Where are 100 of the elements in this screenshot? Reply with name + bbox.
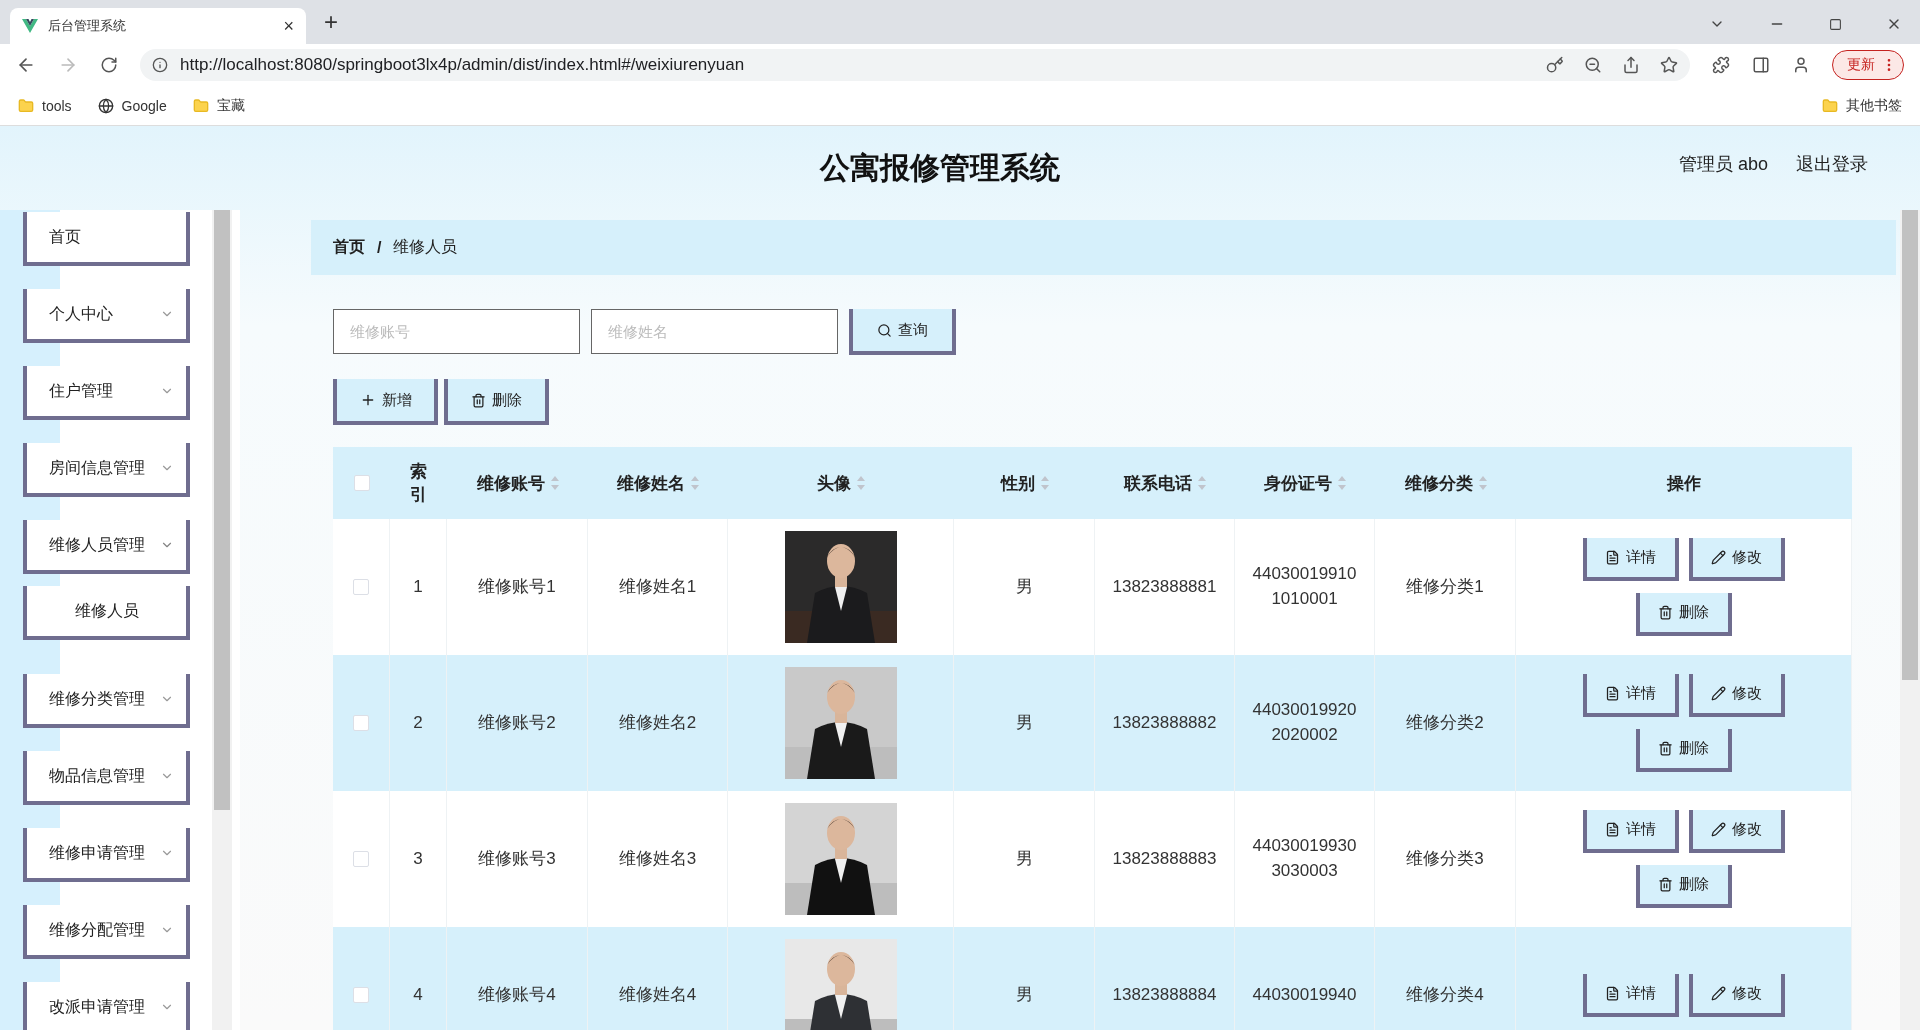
- table-cell-text: 440300199303030003: [1251, 835, 1358, 882]
- logout-link[interactable]: 退出登录: [1796, 152, 1868, 176]
- bookmark[interactable]: Google: [97, 97, 167, 114]
- document-icon: [1605, 686, 1620, 701]
- pencil-icon: [1711, 686, 1726, 701]
- share-icon[interactable]: [1622, 56, 1640, 74]
- row-checkbox[interactable]: [353, 851, 369, 867]
- detail-button[interactable]: 详情: [1582, 973, 1679, 1017]
- reload-icon[interactable]: [100, 56, 118, 74]
- sort-icon[interactable]: [1040, 476, 1049, 490]
- column-header[interactable]: 身份证号: [1264, 471, 1332, 495]
- trash-icon: [1658, 877, 1673, 892]
- sidebar-item[interactable]: 住户管理: [23, 366, 190, 420]
- zoom-out-icon[interactable]: [1584, 56, 1602, 74]
- column-header[interactable]: 维修分类: [1404, 471, 1473, 495]
- detail-button[interactable]: 详情: [1582, 810, 1679, 853]
- new-tab-button[interactable]: +: [324, 10, 338, 34]
- table-cell-text: 维修账号3: [478, 848, 556, 871]
- column-header[interactable]: 维修账号: [476, 471, 545, 495]
- pencil-icon: [1711, 985, 1726, 1001]
- column-header: 索引: [409, 461, 428, 506]
- restore-icon[interactable]: [1829, 17, 1842, 31]
- bookmark[interactable]: 宝藏: [192, 96, 245, 115]
- table-cell-text: 维修分类4: [1406, 984, 1484, 1007]
- delete-button[interactable]: 删除: [444, 379, 549, 425]
- table-cell-text: 维修账号4: [478, 984, 556, 1007]
- pencil-icon: [1711, 822, 1726, 837]
- column-header[interactable]: 维修姓名: [617, 471, 685, 495]
- edit-button[interactable]: 修改: [1688, 973, 1785, 1017]
- side-panel-icon[interactable]: [1752, 56, 1770, 74]
- page-title: 公寓报修管理系统: [820, 149, 1060, 186]
- scrollbar[interactable]: [212, 210, 232, 1030]
- folder-icon: [18, 97, 34, 114]
- bookmark[interactable]: tools: [18, 97, 72, 114]
- key-icon[interactable]: [1546, 56, 1564, 74]
- sidebar-item[interactable]: 维修分类管理: [23, 674, 190, 728]
- table-cell-text: 维修姓名2: [618, 712, 697, 735]
- breadcrumb-separator: /: [377, 238, 382, 257]
- sidebar-subitem[interactable]: 维修人员: [23, 586, 190, 640]
- table-cell-text: 维修姓名4: [618, 984, 697, 1007]
- browser-tab[interactable]: 后台管理系统 ×: [10, 8, 306, 44]
- sort-icon[interactable]: [857, 476, 865, 490]
- sidebar-item[interactable]: 维修分配管理: [23, 905, 190, 959]
- table-cell-text: 44030019940: [1251, 983, 1358, 1006]
- row-checkbox[interactable]: [353, 579, 369, 595]
- sidebar-item[interactable]: 首页: [23, 212, 190, 266]
- sidebar-item[interactable]: 房间信息管理: [23, 443, 190, 497]
- star-icon[interactable]: [1660, 56, 1678, 74]
- breadcrumb-link[interactable]: 维修人员: [393, 237, 458, 258]
- bookmark[interactable]: 其他书签: [1822, 96, 1902, 115]
- select-all-checkbox[interactable]: [353, 475, 370, 491]
- table-cell-text: 维修姓名1: [618, 576, 697, 599]
- sort-icon[interactable]: [1338, 476, 1346, 490]
- detail-button[interactable]: 详情: [1582, 538, 1679, 581]
- column-header[interactable]: 头像: [817, 471, 851, 495]
- table-cell-text: 男: [1015, 576, 1033, 599]
- extensions-icon[interactable]: [1712, 56, 1730, 74]
- search-button[interactable]: 查询: [849, 309, 956, 355]
- edit-button[interactable]: 修改: [1688, 674, 1785, 717]
- row-checkbox[interactable]: [353, 715, 369, 731]
- globe-icon: [97, 97, 114, 114]
- table-cell-text: 男: [1015, 712, 1033, 735]
- table-cell-text: 维修分类1: [1406, 576, 1484, 599]
- column-header[interactable]: 性别: [1000, 471, 1035, 495]
- sidebar-item[interactable]: 维修申请管理: [23, 828, 190, 882]
- sidebar-item[interactable]: 个人中心: [23, 289, 190, 343]
- address-bar[interactable]: http://localhost:8080/springboot3lx4p/admin/dist/index.html#/weixiurenyuan: [140, 49, 1690, 81]
- sort-icon[interactable]: [550, 476, 559, 490]
- edit-button[interactable]: 修改: [1688, 538, 1785, 581]
- table-cell-text: 440300199202020002: [1251, 699, 1358, 746]
- table-cell-text: 维修账号2: [478, 712, 556, 735]
- row-checkbox[interactable]: [353, 987, 369, 1003]
- delete-button[interactable]: 删除: [1635, 593, 1732, 636]
- update-button[interactable]: 更新: [1832, 50, 1904, 80]
- table-cell-text: 440300199101010001: [1251, 563, 1358, 610]
- delete-button[interactable]: 删除: [1635, 729, 1732, 772]
- table-cell-text: 1: [413, 576, 423, 599]
- detail-button[interactable]: 详情: [1582, 674, 1679, 717]
- sort-icon[interactable]: [1198, 476, 1206, 490]
- scrollbar[interactable]: [1900, 210, 1920, 1030]
- edit-button[interactable]: 修改: [1688, 810, 1785, 853]
- sidebar-item[interactable]: 改派申请管理: [23, 982, 190, 1030]
- url-text: http://localhost:8080/springboot3lx4p/admin/dist/index.html#/weixiurenyuan: [180, 55, 745, 75]
- search-field[interactable]: 维修账号: [333, 309, 580, 354]
- sort-icon[interactable]: [1478, 476, 1487, 490]
- table-cell-text: 3: [413, 848, 423, 871]
- delete-button[interactable]: 删除: [1635, 865, 1732, 908]
- trash-icon: [471, 392, 486, 408]
- column-header[interactable]: 联系电话: [1124, 471, 1192, 495]
- tab-close[interactable]: ×: [283, 17, 294, 35]
- add-button[interactable]: 新增: [333, 379, 438, 425]
- table-cell-text: 男: [1015, 848, 1033, 871]
- breadcrumb-link[interactable]: 首页: [333, 237, 365, 258]
- sidebar-item[interactable]: 物品信息管理: [23, 751, 190, 805]
- sidebar-item[interactable]: 维修人员管理: [23, 520, 190, 574]
- profile-icon[interactable]: [1792, 56, 1810, 74]
- pencil-icon: [1711, 550, 1726, 565]
- logo-icon: [22, 19, 38, 33]
- sort-icon[interactable]: [691, 476, 699, 490]
- search-field[interactable]: 维修姓名: [591, 309, 838, 354]
